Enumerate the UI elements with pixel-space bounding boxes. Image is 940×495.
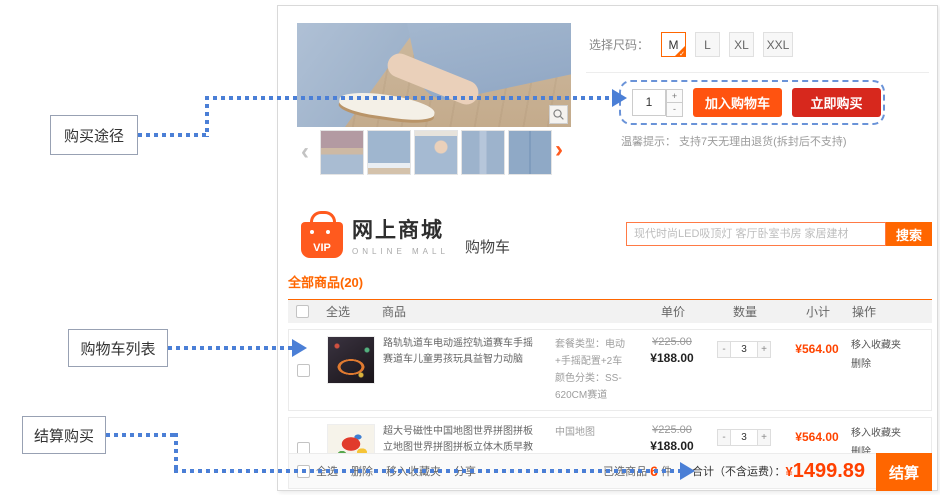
annotation-connector bbox=[106, 433, 178, 437]
product-title-link[interactable]: 路轨轨道车电动遥控轨道赛车手摇赛道车儿童男孩玩具益智力动脑 bbox=[383, 336, 555, 404]
screenshot-root: ‹ › 选择尺码： M L XL XXL 1 + bbox=[0, 0, 940, 495]
row-qty-decrease-button[interactable]: - bbox=[717, 429, 731, 446]
annotation-connector bbox=[138, 133, 208, 137]
cart-table-header: 全选 商品 单价 数量 小计 操作 bbox=[288, 300, 932, 323]
thumbnail-4[interactable] bbox=[461, 130, 505, 175]
header-product: 商品 bbox=[382, 303, 554, 320]
brand-subtitle: ONLINE MALL bbox=[352, 247, 449, 256]
search-input[interactable] bbox=[626, 222, 886, 246]
search-button[interactable]: 搜索 bbox=[886, 222, 932, 246]
row-quantity-stepper: - 3 + bbox=[717, 429, 771, 446]
shop-panel: ‹ › 选择尺码： M L XL XXL 1 + bbox=[277, 5, 938, 491]
buy-actions-highlight-box: 1 + - 加入购物车 立即购买 bbox=[619, 80, 885, 125]
annotation-cart-list: 购物车列表 bbox=[68, 329, 168, 367]
annotation-connector bbox=[205, 96, 612, 100]
quantity-input[interactable]: 1 bbox=[632, 89, 666, 116]
brand-text: 网上商城 ONLINE MALL bbox=[352, 214, 449, 256]
annotation-arrow-icon bbox=[612, 89, 627, 107]
row-subtotal: ¥564.00 bbox=[783, 342, 851, 356]
annotation-arrow-icon bbox=[680, 462, 695, 480]
carousel-next-icon[interactable]: › bbox=[555, 138, 563, 162]
tab-all-products[interactable]: 全部商品(20) bbox=[288, 275, 363, 290]
quantity-decrease-button[interactable]: - bbox=[666, 103, 683, 117]
size-chip-l[interactable]: L bbox=[695, 32, 720, 57]
quantity-increase-button[interactable]: + bbox=[666, 89, 683, 103]
row-qty-increase-button[interactable]: + bbox=[757, 429, 771, 446]
delete-link[interactable]: 删除 bbox=[851, 355, 923, 374]
cart-tab-row: 全部商品(20) bbox=[288, 272, 932, 301]
row-qty-value[interactable]: 3 bbox=[731, 341, 757, 358]
size-label: 选择尺码： bbox=[589, 36, 649, 53]
header-select-all: 全选 bbox=[326, 303, 382, 320]
annotation-connector bbox=[205, 96, 209, 137]
current-price: ¥188.00 bbox=[639, 439, 705, 453]
brand-row: VIP 网上商城 ONLINE MALL 购物车 搜索 bbox=[278, 204, 937, 264]
total-currency: ¥ bbox=[785, 464, 792, 479]
product-attributes: 套餐类型：电动+手摇配置+2车 颜色分类：SS-620CM赛道 bbox=[555, 336, 639, 404]
annotation-purchase-path: 购买途径 bbox=[50, 115, 138, 155]
row-quantity-stepper: - 3 + bbox=[717, 341, 771, 358]
vip-bag-logo-icon: VIP bbox=[301, 222, 343, 258]
row-qty-increase-button[interactable]: + bbox=[757, 341, 771, 358]
carousel-prev-icon[interactable]: ‹ bbox=[301, 140, 309, 164]
page-title: 购物车 bbox=[465, 236, 510, 257]
select-all-checkbox[interactable] bbox=[296, 305, 309, 318]
magnifier-icon[interactable] bbox=[549, 105, 568, 124]
annotation-connector bbox=[168, 346, 294, 350]
size-selector: 选择尺码： M L XL XXL bbox=[589, 32, 793, 57]
row-qty-decrease-button[interactable]: - bbox=[717, 341, 731, 358]
row-subtotal: ¥564.00 bbox=[783, 430, 851, 444]
row-qty-value[interactable]: 3 bbox=[731, 429, 757, 446]
original-price: ¥225.00 bbox=[639, 424, 705, 436]
annotation-connector bbox=[174, 469, 682, 473]
add-to-cart-button[interactable]: 加入购物车 bbox=[693, 88, 782, 117]
annotation-label: 购物车列表 bbox=[80, 338, 155, 359]
annotation-label: 结算购买 bbox=[34, 425, 94, 446]
header-unit-price: 单价 bbox=[640, 303, 706, 320]
checkout-button[interactable]: 结算 bbox=[876, 453, 932, 491]
thumbnail-3[interactable] bbox=[414, 130, 458, 175]
total-label: 合计（不含运费）： bbox=[692, 463, 786, 479]
annotation-connector bbox=[174, 433, 178, 473]
total-amount: 1499.89 bbox=[793, 460, 865, 483]
thumbnail-1[interactable] bbox=[320, 130, 364, 175]
annotation-label: 购买途径 bbox=[64, 125, 124, 146]
brand-title: 网上商城 bbox=[352, 214, 449, 244]
thumbnail-5[interactable] bbox=[508, 130, 552, 175]
thumbnail-strip bbox=[320, 130, 552, 175]
annotation-checkout: 结算购买 bbox=[22, 416, 106, 454]
divider bbox=[586, 72, 929, 73]
annotation-arrow-icon bbox=[292, 339, 307, 357]
product-image-race-track[interactable] bbox=[327, 336, 375, 384]
size-chip-xl[interactable]: XL bbox=[729, 32, 754, 57]
original-price: ¥225.00 bbox=[639, 336, 705, 348]
row-checkbox[interactable] bbox=[297, 364, 310, 377]
size-chip-xxl[interactable]: XXL bbox=[763, 32, 793, 57]
move-to-favorites-link[interactable]: 移入收藏夹 bbox=[851, 424, 923, 443]
cart-row: 路轨轨道车电动遥控轨道赛车手摇赛道车儿童男孩玩具益智力动脑 套餐类型：电动+手摇… bbox=[288, 329, 932, 411]
return-policy-tips: 温馨提示： 支持7天无理由退货(拆封后不支持) bbox=[621, 133, 847, 149]
header-quantity: 数量 bbox=[706, 303, 784, 320]
thumbnail-2[interactable] bbox=[367, 130, 411, 175]
search-bar: 搜索 bbox=[626, 222, 932, 246]
header-subtotal: 小计 bbox=[784, 303, 852, 320]
quantity-stepper: 1 + - bbox=[632, 89, 683, 117]
photo-art-sandal bbox=[338, 88, 436, 123]
header-operation: 操作 bbox=[852, 303, 924, 320]
size-chip-m[interactable]: M bbox=[661, 32, 686, 57]
move-to-favorites-link[interactable]: 移入收藏夹 bbox=[851, 336, 923, 355]
current-price: ¥188.00 bbox=[639, 351, 705, 365]
product-main-photo bbox=[297, 23, 571, 127]
buy-now-button[interactable]: 立即购买 bbox=[792, 88, 881, 117]
